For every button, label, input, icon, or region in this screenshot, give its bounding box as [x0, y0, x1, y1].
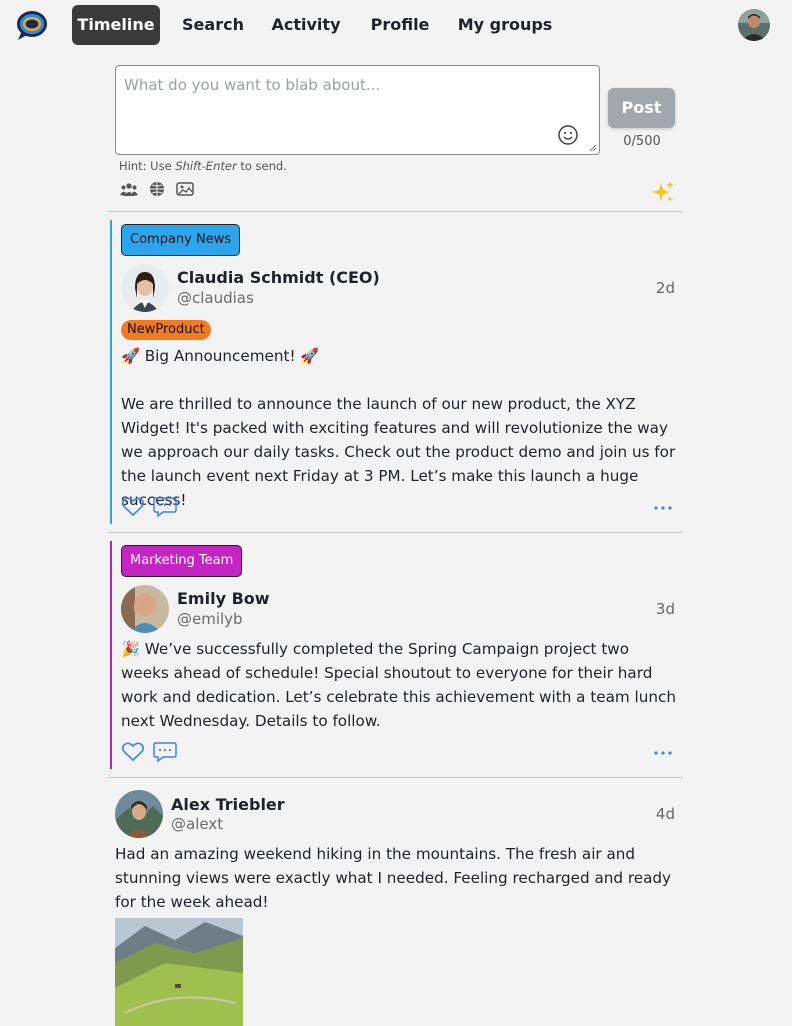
post-card: Marketing Team Emily Bow @emilyb 3d 🎉 We…	[108, 533, 683, 777]
image-icon[interactable]	[176, 181, 194, 197]
author-handle[interactable]: @claudias	[177, 289, 254, 307]
post-time: 2d	[655, 279, 675, 297]
post-card: Company News Claudia Schmidt (CEO) @clau…	[108, 212, 683, 532]
group-stripe	[110, 541, 112, 769]
char-counter: 0/500	[623, 134, 661, 149]
more-options-icon[interactable]	[653, 504, 673, 512]
post-composer	[115, 65, 600, 155]
post-text: 🚀 Big Announcement! 🚀 We are thrilled to…	[121, 347, 676, 509]
author-name[interactable]: Alex Triebler	[171, 795, 285, 814]
tab-timeline[interactable]: Timeline	[72, 5, 160, 45]
hint-key: Shift-Enter	[175, 159, 237, 173]
sparkle-icon[interactable]	[651, 180, 675, 204]
post-time: 3d	[655, 600, 675, 618]
tab-search[interactable]: Search	[178, 5, 248, 45]
post-card: Alex Triebler @alext 4d Had an amazing w…	[108, 778, 683, 1026]
more-options-icon[interactable]	[653, 749, 673, 757]
author-name[interactable]: Claudia Schmidt (CEO)	[177, 268, 380, 287]
post-text-input[interactable]	[116, 66, 599, 154]
like-heart-icon[interactable]	[121, 741, 145, 763]
post-button[interactable]: Post	[608, 88, 675, 128]
tab-my-groups[interactable]: My groups	[456, 5, 554, 45]
hint-prefix: Hint: Use	[119, 159, 176, 173]
group-icon[interactable]	[120, 181, 138, 197]
author-handle[interactable]: @emilyb	[177, 610, 243, 628]
topic-badge[interactable]: NewProduct	[121, 320, 211, 340]
tab-profile[interactable]: Profile	[366, 5, 434, 45]
post-image[interactable]	[115, 918, 243, 1026]
author-name[interactable]: Emily Bow	[177, 589, 270, 608]
tab-activity[interactable]: Activity	[268, 5, 344, 45]
author-avatar[interactable]	[115, 790, 163, 838]
globe-icon[interactable]	[148, 181, 166, 197]
group-tag[interactable]: Company News	[121, 224, 241, 256]
hint-suffix: to send.	[236, 159, 287, 173]
author-avatar[interactable]	[121, 264, 169, 312]
post-time: 4d	[655, 805, 675, 823]
post-text: Had an amazing weekend hiking in the mou…	[115, 845, 676, 911]
group-tag[interactable]: Marketing Team	[121, 545, 243, 577]
top-nav: Timeline Search Activity Profile My grou…	[0, 0, 792, 50]
post-text: 🎉 We’ve successfully completed the Sprin…	[121, 640, 681, 730]
comment-icon[interactable]	[153, 496, 177, 518]
emoji-icon[interactable]	[557, 124, 579, 146]
like-heart-icon[interactable]	[121, 496, 145, 518]
user-avatar[interactable]	[738, 9, 770, 41]
app-logo-icon[interactable]	[15, 9, 49, 41]
send-hint: Hint: Use Shift-Enter to send.	[119, 159, 287, 173]
comment-icon[interactable]	[153, 741, 177, 763]
group-stripe	[110, 220, 112, 524]
author-handle[interactable]: @alext	[171, 815, 223, 833]
author-avatar[interactable]	[121, 585, 169, 633]
resize-grip-icon[interactable]	[589, 144, 597, 152]
